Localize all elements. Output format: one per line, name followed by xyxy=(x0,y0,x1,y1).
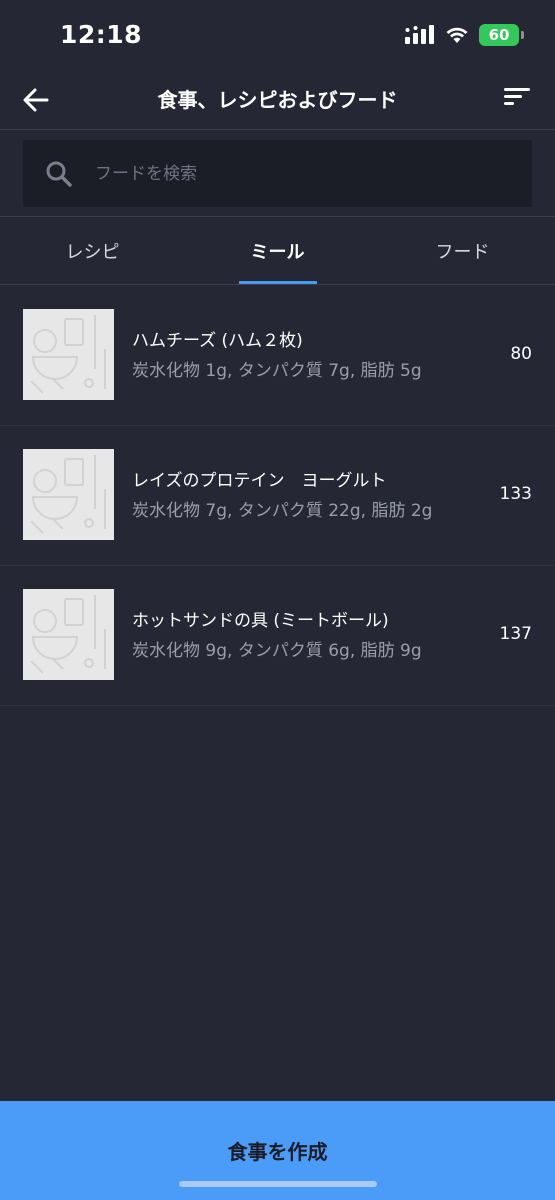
meal-placeholder-image xyxy=(23,589,114,680)
meal-macros: 炭水化物 7g, タンパク質 22g, 脂肪 2g xyxy=(132,501,433,521)
meal-macros: 炭水化物 9g, タンパク質 6g, 脂肪 9g xyxy=(132,641,422,661)
header: 食事、レシピおよびフード xyxy=(0,72,555,130)
battery-level: 60 xyxy=(488,26,510,44)
tab-bar: レシピ ミール フード xyxy=(0,217,555,285)
meal-name: ホットサンドの具 (ミートボール) xyxy=(132,611,389,631)
meal-name: ハムチーズ (ハム２枚) xyxy=(132,331,303,351)
status-bar: 12:18 60 xyxy=(0,0,555,72)
home-indicator xyxy=(179,1181,377,1187)
meal-macros: 炭水化物 1g, タンパク質 7g, 脂肪 5g xyxy=(132,361,422,381)
meal-calories: 133 xyxy=(499,484,532,504)
search-box[interactable] xyxy=(23,140,532,207)
list-item[interactable]: ホットサンドの具 (ミートボール) 炭水化物 9g, タンパク質 6g, 脂肪 … xyxy=(0,566,555,706)
meal-placeholder-image xyxy=(23,449,114,540)
food-placeholder-icon xyxy=(30,595,106,674)
list-item[interactable]: ハムチーズ (ハム２枚) 炭水化物 1g, タンパク質 7g, 脂肪 5g 80 xyxy=(0,286,555,426)
meal-calories: 137 xyxy=(499,624,532,644)
tab-foods[interactable]: フード xyxy=(370,217,555,284)
status-time: 12:18 xyxy=(60,20,143,49)
food-placeholder-icon xyxy=(30,455,106,534)
list-item[interactable]: レイズのプロテイン ヨーグルト 炭水化物 7g, タンパク質 22g, 脂肪 2… xyxy=(0,426,555,566)
wifi-icon xyxy=(446,27,468,43)
meal-list: ハムチーズ (ハム２枚) 炭水化物 1g, タンパク質 7g, 脂肪 5g 80… xyxy=(0,286,555,706)
search-icon xyxy=(46,161,72,187)
search-area xyxy=(0,130,555,217)
page-title: 食事、レシピおよびフード xyxy=(157,88,398,112)
cellular-signal-icon xyxy=(405,25,434,44)
sort-button[interactable] xyxy=(503,84,535,116)
status-icons: 60 xyxy=(405,24,524,46)
search-input[interactable] xyxy=(93,140,513,207)
tab-recipes[interactable]: レシピ xyxy=(0,217,185,284)
meal-placeholder-image xyxy=(23,309,114,400)
food-placeholder-icon xyxy=(30,315,106,394)
tab-meals[interactable]: ミール xyxy=(185,217,370,284)
meal-calories: 80 xyxy=(510,344,532,364)
sort-lines-icon xyxy=(504,88,530,105)
meal-name: レイズのプロテイン ヨーグルト xyxy=(132,471,387,491)
battery-charging-icon: 60 xyxy=(479,24,524,46)
